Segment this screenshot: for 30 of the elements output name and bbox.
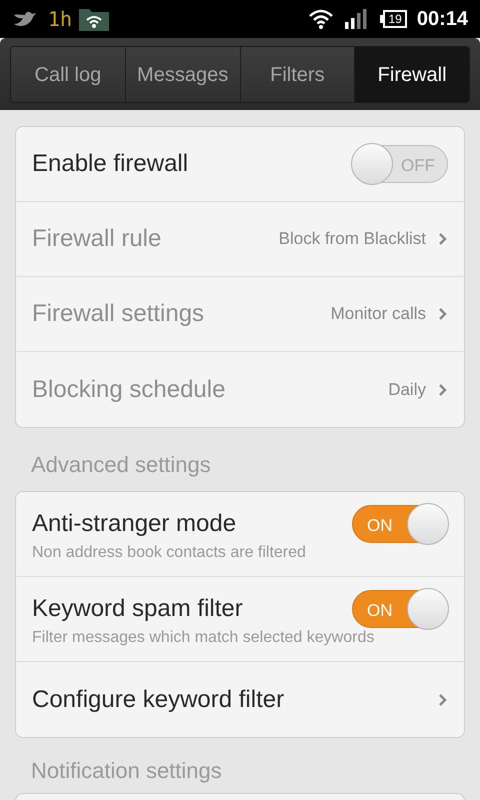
settings-row[interactable]: Anti-stranger mode ON Non address book contacts are filtered — [16, 492, 464, 577]
tab[interactable]: Call log — [11, 47, 125, 102]
settings-row[interactable]: Configure keyword filter — [16, 662, 464, 737]
row-label: Anti-stranger mode — [32, 509, 238, 539]
clock: 00:14 — [416, 7, 468, 32]
toggle-text: ON — [367, 515, 392, 537]
notification-text: 1h — [48, 6, 72, 33]
row-description: Non address book contacts are filtered — [32, 543, 307, 563]
tab[interactable]: Filters — [240, 47, 354, 102]
settings-row[interactable]: Enable firewall OFF — [16, 127, 464, 202]
row-label: Blocking schedule — [32, 374, 226, 404]
toggle-switch[interactable]: ON — [352, 590, 448, 628]
row-label: Configure keyword filter — [32, 684, 286, 714]
settings-row[interactable]: Keyword spam filter ON Filter messages which match selected keywords — [16, 577, 464, 662]
row-label: Firewall settings — [32, 299, 206, 329]
toggle-text: ON — [367, 600, 392, 622]
section-heading: Advanced settings — [30, 451, 212, 479]
tab[interactable]: Firewall — [354, 47, 469, 102]
row-label: Keyword spam filter — [32, 594, 244, 624]
toggle-switch[interactable]: ON — [352, 505, 448, 543]
row-description: Filter messages which match selected keywords — [32, 628, 376, 648]
row-value: Monitor calls — [330, 303, 426, 326]
toggle-text: OFF — [401, 155, 435, 177]
row-value: Daily — [388, 378, 426, 401]
section-heading: Notification settings — [30, 757, 223, 785]
row-label: Firewall rule — [32, 224, 162, 254]
tab[interactable]: Messages — [124, 47, 240, 102]
row-value: Block from Blacklist — [278, 228, 426, 250]
row-label: Enable firewall — [32, 149, 190, 179]
battery-icon: 19 — [380, 10, 407, 28]
